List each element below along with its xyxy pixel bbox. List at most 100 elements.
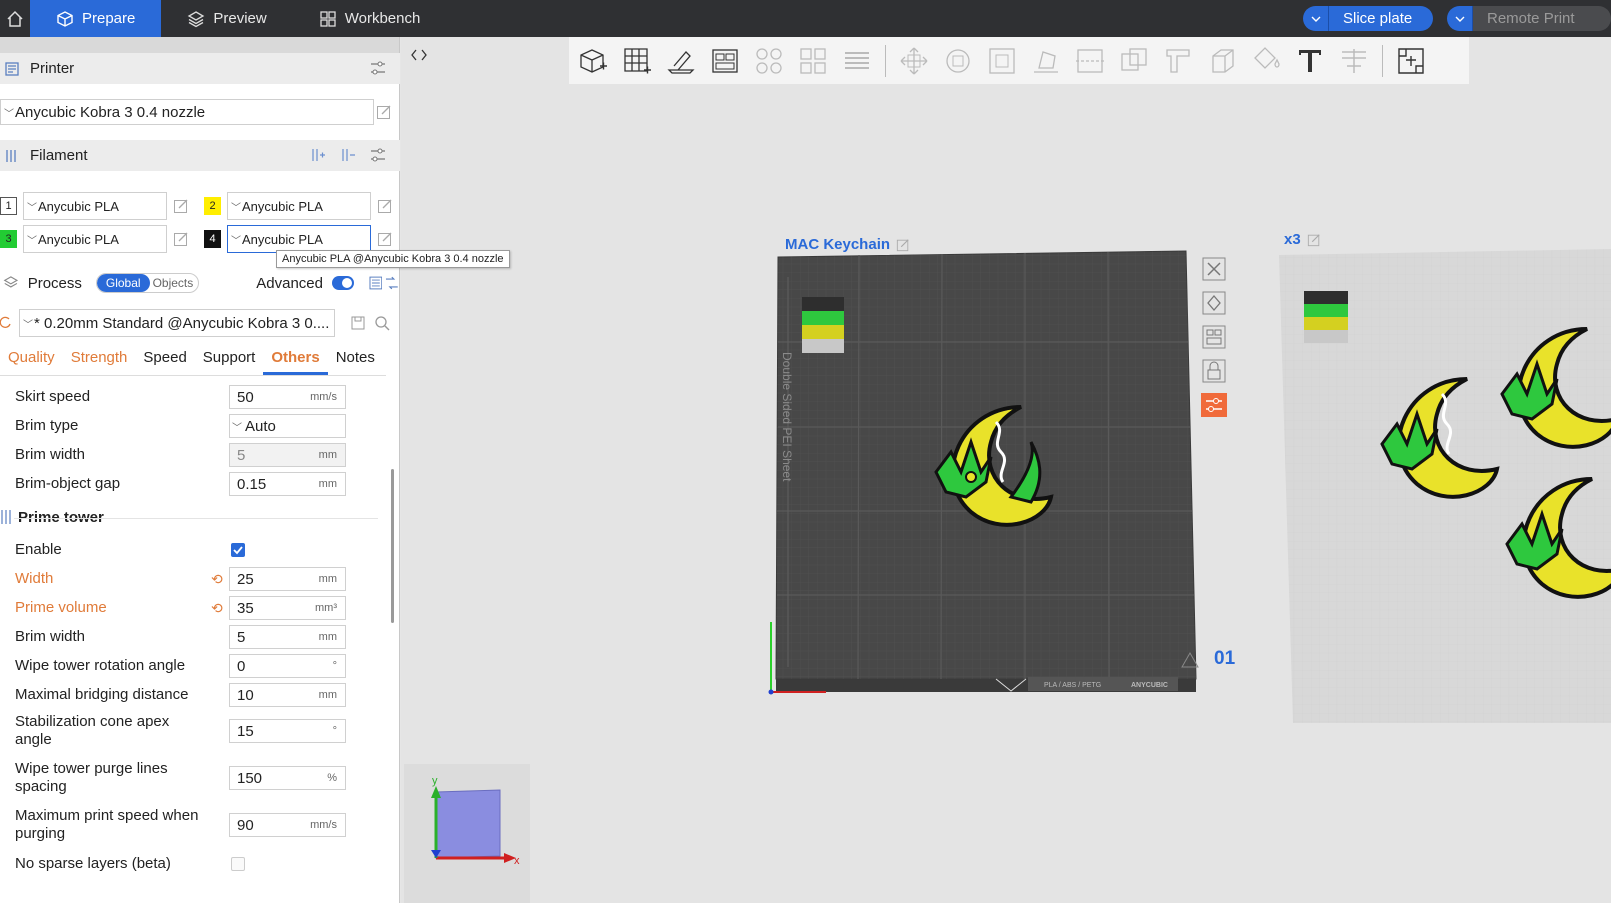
list-icon[interactable]: [369, 276, 383, 290]
edit-printer-icon[interactable]: [376, 104, 392, 120]
rotate-icon: [946, 48, 970, 73]
search-icon[interactable]: [374, 315, 390, 331]
setting-label: Width: [15, 570, 54, 587]
setting-no-sparse-layers: No sparse layers (beta): [0, 851, 386, 877]
filament-select-4[interactable]: ﹀ Anycubic PLA: [227, 225, 371, 253]
add-filament-icon[interactable]: [310, 147, 326, 163]
split-parts-button: [797, 45, 829, 77]
slice-dropdown[interactable]: [1303, 6, 1329, 31]
plate-settings-button[interactable]: [1201, 393, 1227, 417]
skirt-speed-input[interactable]: 50 mm/s: [229, 385, 346, 409]
seam-paint-button: [1206, 45, 1238, 77]
prime-tower-preview: [802, 297, 844, 353]
orient-plate-button[interactable]: [1201, 291, 1227, 315]
brim-width-input[interactable]: 5 mm: [229, 443, 346, 467]
cone-angle-input[interactable]: 15 °: [229, 719, 346, 743]
brim-gap-input[interactable]: 0.15 mm: [229, 472, 346, 496]
filament-select-3[interactable]: ﹀ Anycubic PLA: [23, 225, 167, 253]
arrange-plate-button[interactable]: [1201, 325, 1227, 349]
build-plate-1[interactable]: PLA / ABS / PETG ANYCUBIC Double Sided P…: [766, 247, 1216, 697]
scope-global[interactable]: Global: [96, 274, 150, 292]
plate-2-name[interactable]: x3: [1284, 231, 1321, 248]
remove-filament-icon[interactable]: [340, 147, 356, 163]
tab-speed[interactable]: Speed: [135, 349, 194, 375]
brim-type-select[interactable]: ﹀ Auto: [229, 414, 346, 438]
collapse-sidebar-button[interactable]: [405, 41, 433, 69]
filament-color-swatch[interactable]: 3: [0, 230, 17, 248]
tab-preview[interactable]: Preview: [161, 0, 292, 37]
setting-purge-spacing: Wipe tower purge lines spacing 150%: [0, 758, 386, 798]
setting-bridging-distance: Maximal bridging distance 10 mm: [0, 682, 386, 708]
advanced-toggle[interactable]: [331, 276, 354, 290]
edit-filament-icon[interactable]: [377, 231, 393, 247]
compare-icon[interactable]: [384, 275, 400, 291]
home-button[interactable]: [0, 0, 30, 37]
edit-filament-icon[interactable]: [173, 198, 189, 214]
auto-orient-button[interactable]: [665, 45, 697, 77]
width-input[interactable]: 25 mm: [229, 567, 346, 591]
tab-strength[interactable]: Strength: [63, 349, 136, 375]
setting-brim-object-gap: Brim-object gap 0.15 mm: [0, 471, 386, 497]
plate-settings-icon: [1201, 393, 1227, 417]
edit-icon[interactable]: [1307, 233, 1321, 247]
tab-support[interactable]: Support: [195, 349, 264, 375]
3d-viewport[interactable]: MAC Keychain PLA / ABS / PETG ANYCUBIC D…: [401, 37, 1611, 903]
tab-workbench[interactable]: Workbench: [293, 0, 447, 37]
field-value: 10: [237, 686, 254, 704]
seam-paint-icon: [1212, 48, 1234, 73]
scope-objects[interactable]: Objects: [150, 274, 199, 292]
arrange-icon: [1202, 325, 1226, 349]
printer-select-value: Anycubic Kobra 3 0.4 nozzle: [15, 103, 206, 121]
filament-color-swatch[interactable]: 1: [0, 197, 17, 215]
tab-quality[interactable]: Quality: [0, 349, 63, 375]
tab-notes[interactable]: Notes: [328, 349, 383, 375]
filament-select-2[interactable]: ﹀ Anycubic PLA: [227, 192, 371, 220]
purge-speed-input[interactable]: 90 mm/s: [229, 813, 346, 837]
settings-sliders-icon[interactable]: [370, 60, 386, 76]
save-icon[interactable]: [350, 315, 366, 331]
reset-icon[interactable]: ⟲: [211, 571, 223, 588]
support-paint-icon: [1166, 48, 1190, 73]
tab-others[interactable]: Others: [263, 349, 328, 375]
delete-plate-button[interactable]: [1201, 257, 1227, 281]
reset-icon[interactable]: [0, 315, 12, 329]
tab-prepare[interactable]: Prepare: [30, 0, 162, 37]
assembly-view-button[interactable]: [1395, 45, 1427, 77]
view-navigator[interactable]: y x: [404, 764, 530, 903]
code-brackets-icon: [411, 49, 427, 61]
field-value: 90: [237, 816, 254, 834]
rotation-input[interactable]: 0 °: [229, 654, 346, 678]
settings-sliders-icon[interactable]: [370, 147, 386, 163]
filament-color-swatch[interactable]: 2: [204, 197, 221, 215]
purge-spacing-input[interactable]: 150%: [229, 766, 346, 790]
prime-volume-input[interactable]: 35 mm³: [229, 596, 346, 620]
text-button[interactable]: [1294, 45, 1326, 77]
prime-tower-preview: [1304, 291, 1348, 343]
process-scope-toggle[interactable]: Global Objects: [95, 273, 200, 293]
remote-dropdown[interactable]: [1447, 6, 1473, 31]
add-object-button[interactable]: [577, 45, 609, 77]
edit-filament-icon[interactable]: [173, 231, 189, 247]
slice-plate-button[interactable]: Slice plate: [1303, 6, 1433, 31]
arrange-button[interactable]: [709, 45, 741, 77]
process-preset-select[interactable]: ﹀ * 0.20mm Standard @Anycubic Kobra 3 0.…: [19, 309, 335, 337]
filament-title: Filament: [30, 147, 88, 164]
plate-1-number[interactable]: 01: [1214, 648, 1235, 670]
field-value: 50: [237, 388, 254, 406]
add-plate-button[interactable]: [621, 45, 653, 77]
pt-brim-width-input[interactable]: 5 mm: [229, 625, 346, 649]
filament-select-1[interactable]: ﹀ Anycubic PLA: [23, 192, 167, 220]
build-plate-2[interactable]: [1277, 249, 1611, 729]
reset-icon[interactable]: ⟲: [211, 600, 223, 617]
plate-name-text: x3: [1284, 231, 1301, 248]
printer-select[interactable]: ﹀ Anycubic Kobra 3 0.4 nozzle: [0, 99, 374, 125]
remote-print-button[interactable]: Remote Print: [1447, 6, 1611, 31]
edit-filament-icon[interactable]: [377, 198, 393, 214]
filament-color-swatch[interactable]: 4: [204, 230, 221, 248]
no-sparse-checkbox[interactable]: [231, 857, 245, 871]
enable-checkbox[interactable]: [231, 543, 245, 557]
lock-plate-button[interactable]: [1201, 359, 1227, 383]
slice-plate-label: Slice plate: [1329, 6, 1433, 31]
settings-scrollbar[interactable]: [391, 469, 394, 623]
bridging-input[interactable]: 10 mm: [229, 683, 346, 707]
